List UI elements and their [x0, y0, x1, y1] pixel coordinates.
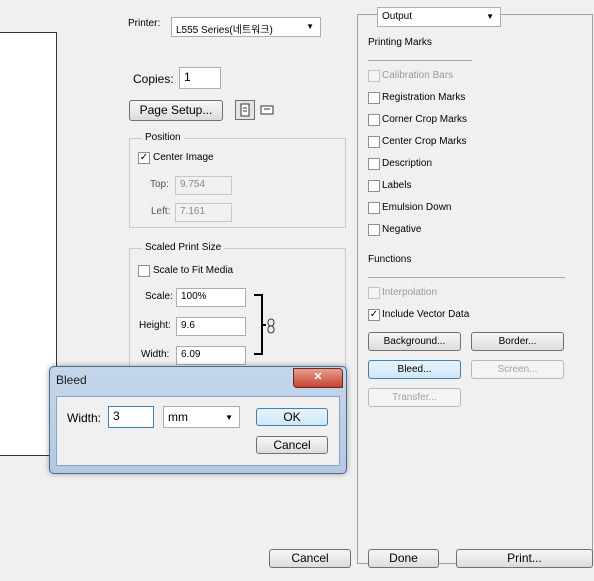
negative-checkbox[interactable]	[368, 224, 380, 236]
registration-marks-checkbox[interactable]	[368, 92, 380, 104]
registration-marks-label: Registration Marks	[382, 92, 466, 103]
labels-checkbox[interactable]	[368, 180, 380, 192]
interpolation-checkbox[interactable]	[368, 287, 380, 299]
chevron-down-icon: ▼	[486, 12, 494, 21]
bleed-button[interactable]: Bleed...	[368, 360, 461, 379]
scaled-print-size-title: Scaled Print Size	[142, 242, 225, 253]
center-image-label: Center Image	[153, 152, 214, 163]
divider	[368, 60, 472, 61]
printer-label: Printer:	[128, 18, 161, 29]
bleed-width-input[interactable]: 3	[108, 406, 154, 428]
functions-title: Functions	[368, 254, 412, 265]
corner-crop-marks-checkbox[interactable]	[368, 114, 380, 126]
center-crop-marks-checkbox[interactable]	[368, 136, 380, 148]
copies-label: Copies:	[133, 72, 174, 86]
top-input[interactable]: 9.754	[175, 176, 232, 195]
center-image-checkbox[interactable]: ✓	[138, 152, 150, 164]
bleed-unit-value: mm	[168, 410, 188, 424]
landscape-orientation-button[interactable]	[258, 101, 276, 119]
printer-select-value: L555 Series(네트워크)	[176, 25, 273, 36]
bleed-dialog: Bleed ✕ Width: 3 mm ▼ OK Cancel	[49, 366, 347, 474]
output-dropdown-value: Output	[382, 11, 413, 22]
negative-label: Negative	[382, 224, 422, 235]
print-button[interactable]: Print...	[456, 549, 593, 568]
scale-to-fit-label: Scale to Fit Media	[153, 265, 234, 276]
border-button[interactable]: Border...	[471, 332, 564, 351]
position-group-title: Position	[142, 132, 184, 143]
bleed-dialog-body: Width: 3 mm ▼ OK Cancel	[56, 396, 340, 466]
screen-button[interactable]: Screen...	[471, 360, 564, 379]
page-setup-button[interactable]: Page Setup...	[129, 100, 223, 121]
description-checkbox[interactable]	[368, 158, 380, 170]
height-label: Height:	[139, 320, 171, 331]
bleed-width-label: Width:	[67, 411, 102, 425]
interpolation-label: Interpolation	[382, 287, 438, 298]
calibration-bars-label: Calibration Bars	[382, 70, 454, 81]
output-dropdown[interactable]: Output ▼	[377, 7, 501, 27]
cancel-print-button[interactable]: Cancel	[269, 549, 351, 568]
center-crop-marks-label: Center Crop Marks	[382, 136, 467, 147]
portrait-page-icon	[240, 103, 250, 117]
landscape-page-icon	[260, 105, 274, 115]
include-vector-data-label: Include Vector Data	[382, 309, 470, 320]
width-label: Width:	[141, 349, 170, 360]
bleed-unit-select[interactable]: mm ▼	[163, 406, 240, 428]
width-input[interactable]: 6.09	[176, 346, 246, 365]
emulsion-down-checkbox[interactable]	[368, 202, 380, 214]
left-input[interactable]: 7.161	[175, 203, 232, 222]
cancel-button[interactable]: Cancel	[256, 436, 328, 454]
copies-input[interactable]: 1	[179, 67, 221, 89]
transfer-button[interactable]: Transfer...	[368, 388, 461, 407]
include-vector-data-checkbox[interactable]: ✓	[368, 309, 380, 321]
printer-select[interactable]: L555 Series(네트워크) ▼	[171, 17, 321, 37]
description-label: Description	[382, 158, 433, 169]
portrait-orientation-button[interactable]	[235, 100, 255, 120]
top-label: Top:	[150, 179, 169, 190]
close-icon: ✕	[313, 371, 323, 383]
scale-input[interactable]: 100%	[176, 288, 246, 307]
bleed-dialog-title: Bleed	[56, 373, 87, 387]
calibration-bars-checkbox[interactable]	[368, 70, 380, 82]
close-button[interactable]: ✕	[293, 368, 343, 388]
scale-label: Scale:	[145, 291, 173, 302]
divider	[368, 277, 565, 278]
ok-button[interactable]: OK	[256, 408, 328, 426]
chevron-down-icon: ▼	[306, 22, 314, 31]
done-button[interactable]: Done	[368, 549, 439, 568]
chain-link-icon[interactable]	[266, 318, 276, 334]
labels-label: Labels	[382, 180, 412, 191]
corner-crop-marks-label: Corner Crop Marks	[382, 114, 468, 125]
emulsion-down-label: Emulsion Down	[382, 202, 452, 213]
left-label: Left:	[151, 206, 171, 217]
printing-marks-title: Printing Marks	[368, 37, 432, 48]
chevron-down-icon: ▼	[225, 413, 233, 422]
height-input[interactable]: 9.6	[176, 317, 246, 336]
scale-to-fit-checkbox[interactable]	[138, 265, 150, 277]
background-button[interactable]: Background...	[368, 332, 461, 351]
